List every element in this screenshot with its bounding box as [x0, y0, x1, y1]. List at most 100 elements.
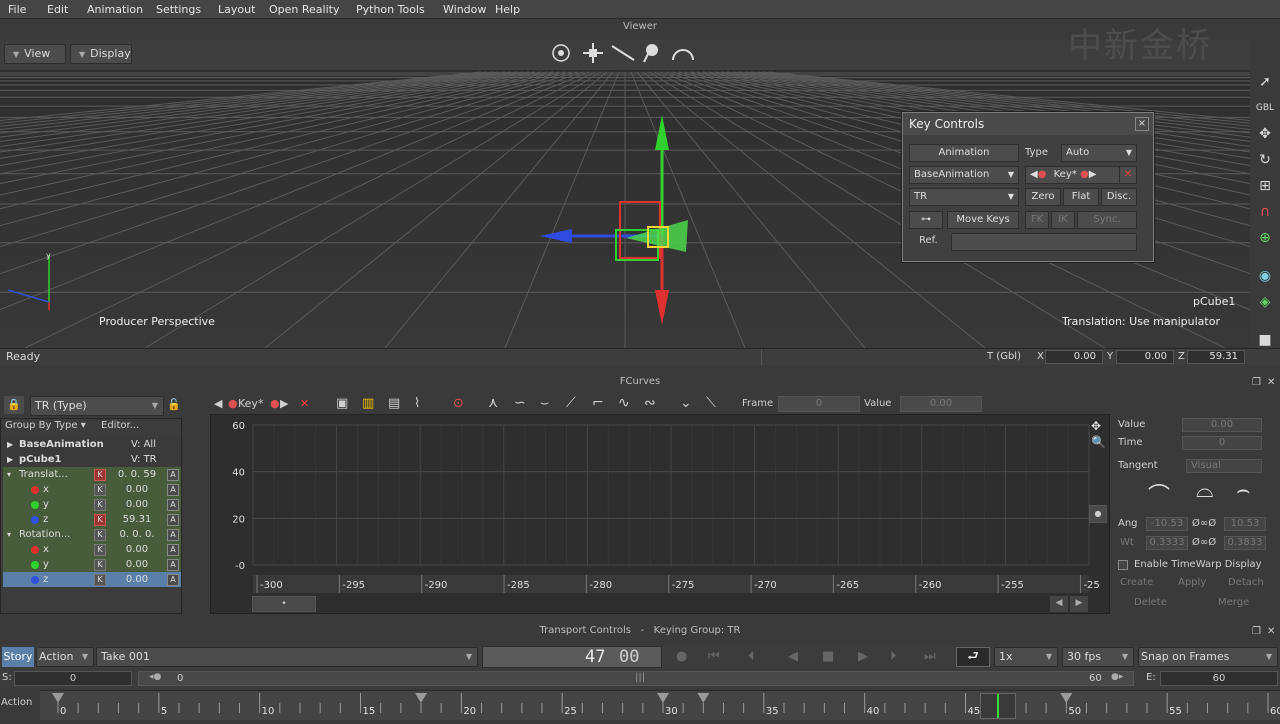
animatable-toggle-icon[interactable]: A	[167, 514, 179, 526]
menu-open-reality[interactable]: Open Reality	[269, 3, 339, 16]
close-icon[interactable]: ✕	[1267, 626, 1275, 637]
fcurve-tree-row[interactable]: y K A 0.00	[3, 557, 181, 572]
tangent-linear-icon[interactable]: ⟋	[566, 395, 576, 411]
orbit-manipulator-icon[interactable]	[672, 49, 694, 61]
story-toggle[interactable]: Story	[2, 647, 34, 667]
range-end-handle-icon[interactable]: ●▸	[1111, 672, 1123, 682]
key-toggle-icon[interactable]: K	[94, 514, 106, 526]
key-toggle-icon[interactable]: K	[94, 544, 106, 556]
disc-button[interactable]: Disc.	[1101, 188, 1137, 206]
key-toggle-icon[interactable]: K	[94, 484, 106, 496]
sync-button[interactable]: Sync.	[1077, 211, 1137, 229]
apply-button[interactable]: Apply	[1178, 576, 1206, 590]
menu-python-tools[interactable]: Python Tools	[356, 3, 425, 16]
display-menu-button[interactable]: ▼ Display	[70, 44, 132, 64]
rotate-tool-icon[interactable]: ↻	[1255, 150, 1275, 170]
play-backward-icon[interactable]: ◀	[788, 649, 798, 664]
key-lock-icon[interactable]: ⊶	[909, 211, 943, 229]
magnet-tool-icon[interactable]: ∩	[1255, 202, 1275, 222]
tangent-broken-shape-icon[interactable]: ⌢	[1236, 478, 1250, 503]
tangent-smooth-shape-icon[interactable]: ⌒	[1148, 478, 1170, 510]
expand-icon[interactable]: ▶	[7, 437, 13, 452]
angle-right-field[interactable]: 10.53	[1224, 517, 1266, 531]
fcurve-tree-row[interactable]: Rotation... ▾ K A 0. 0. 0.	[3, 527, 181, 542]
zoom-manipulator-icon[interactable]	[643, 44, 658, 63]
go-to-start-icon[interactable]: ⏮	[708, 649, 720, 664]
playhead[interactable]	[980, 693, 1016, 719]
fcurve-tree-row[interactable]: BaseAnimation ▶ V: All	[3, 437, 181, 452]
scale-tool-icon[interactable]: ⊞	[1255, 176, 1275, 196]
sphere-tool-icon[interactable]: ◉	[1255, 266, 1275, 286]
detach-button[interactable]: Detach	[1228, 576, 1264, 590]
global-mode-toggle[interactable]: GBL	[1255, 98, 1275, 118]
end-frame-field[interactable]: 60	[1160, 671, 1278, 686]
next-key-icon[interactable]: ▶	[1089, 169, 1097, 180]
current-frame-display[interactable]: 47 00	[482, 646, 662, 668]
key-time-field[interactable]: 0	[1182, 436, 1262, 450]
set-key-button[interactable]: Key*	[238, 397, 263, 410]
play-icon[interactable]: ▶	[858, 649, 868, 664]
previous-key-icon[interactable]: ◀	[1030, 169, 1038, 180]
merge-button[interactable]: Merge	[1218, 596, 1249, 610]
key-toggle-icon[interactable]: K	[94, 469, 106, 481]
animatable-toggle-icon[interactable]: A	[167, 559, 179, 571]
collapse-icon[interactable]: ▾	[7, 527, 11, 542]
take-dropdown[interactable]: Take 001 ▼	[96, 647, 478, 667]
maximize-icon[interactable]: ❐	[1252, 626, 1261, 637]
snap-icon[interactable]: ⊙	[453, 396, 464, 411]
tangent-dropdown[interactable]: Visual	[1186, 459, 1262, 473]
frame-all-icon[interactable]: ▣	[336, 396, 348, 411]
menu-edit[interactable]: Edit	[47, 3, 68, 16]
horizontal-scroll-thumb[interactable]: •	[252, 596, 316, 612]
range-slider[interactable]: ◂● 0 ||| 60 ●▸	[138, 671, 1134, 686]
value-field[interactable]: 0.00	[900, 396, 982, 412]
curve-sync-icon[interactable]: ⌇	[414, 396, 420, 411]
next-key-icon[interactable]: ▶	[280, 397, 288, 410]
ik-button[interactable]: IK	[1051, 211, 1075, 229]
reference-dropdown[interactable]	[951, 233, 1137, 251]
fcurve-tree-row[interactable]: z K A 0.00	[3, 572, 181, 587]
zero-button[interactable]: Zero	[1025, 188, 1061, 206]
animation-layer-dropdown[interactable]: BaseAnimation ▼	[909, 166, 1019, 184]
menu-layout[interactable]: Layout	[218, 3, 255, 16]
menu-animation[interactable]: Animation	[87, 3, 143, 16]
camera-icon[interactable]: ▤	[388, 396, 400, 411]
tangent-flat-icon[interactable]: ⌣	[540, 395, 549, 411]
pivot-tool-icon[interactable]: ⊕	[1255, 228, 1275, 248]
timeline-ruler[interactable]: 0 5 10 15 20 25 30 35 40 45 50 55 60	[40, 690, 1280, 720]
tangent-smooth-icon[interactable]: ∽	[514, 395, 526, 411]
weight-left-field[interactable]: 0.3333	[1146, 536, 1188, 550]
menu-file[interactable]: File	[8, 3, 26, 16]
y-coordinate-field[interactable]: 0.00	[1116, 350, 1174, 364]
key-toggle-icon[interactable]: K	[94, 559, 106, 571]
flat-button[interactable]: Flat	[1063, 188, 1099, 206]
tangent-in-icon[interactable]: ⌄	[680, 395, 692, 411]
fcurve-tree-row[interactable]: y K A 0.00	[3, 497, 181, 512]
x-coordinate-field[interactable]: 0.00	[1045, 350, 1103, 364]
delete-key-icon[interactable]: ✕	[300, 397, 309, 410]
previous-frame-icon[interactable]: ⏴	[748, 649, 755, 664]
fcurve-tree-row[interactable]: x K A 0.00	[3, 482, 181, 497]
tangent-out-icon[interactable]: ⟍	[706, 395, 716, 411]
timewarp-checkbox[interactable]	[1118, 560, 1128, 570]
key-toggle-icon[interactable]: K	[94, 574, 106, 586]
create-button[interactable]: Create	[1120, 576, 1153, 590]
graph-scroll-handle[interactable]: ●	[1089, 505, 1107, 523]
keying-group-dropdown[interactable]: TR ▼	[909, 188, 1019, 206]
key-value-field[interactable]: 0.00	[1182, 418, 1262, 432]
key-toggle-icon[interactable]: K	[94, 499, 106, 511]
fcurve-tree-row[interactable]: x K A 0.00	[3, 542, 181, 557]
animatable-toggle-icon[interactable]: A	[167, 529, 179, 541]
menu-settings[interactable]: Settings	[156, 3, 201, 16]
delete-button[interactable]: Delete	[1134, 596, 1167, 610]
translate-manipulator-icon[interactable]	[583, 43, 603, 63]
rotate-manipulator-icon[interactable]	[552, 44, 570, 62]
close-icon[interactable]: ✕	[1267, 377, 1275, 388]
translate-tool-icon[interactable]: ✥	[1255, 124, 1275, 144]
playback-speed-dropdown[interactable]: 1x ▼	[994, 647, 1058, 667]
scroll-right-icon[interactable]: ▶	[1070, 596, 1088, 612]
lock-icon[interactable]: 🔒	[4, 396, 24, 414]
z-coordinate-field[interactable]: 59.31	[1187, 350, 1245, 364]
fcurve-tree-row[interactable]: z K A 59.31	[3, 512, 181, 527]
animatable-toggle-icon[interactable]: A	[167, 544, 179, 556]
